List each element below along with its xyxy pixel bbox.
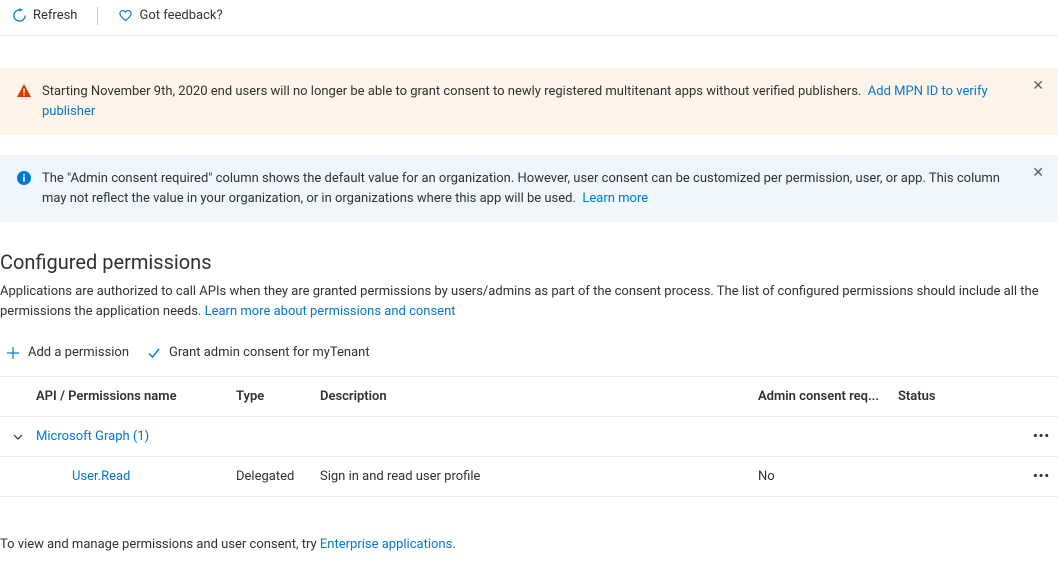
info-icon [16,170,32,186]
grant-consent-label: Grant admin consent for myTenant [169,345,370,360]
table-header-type: Type [236,389,320,404]
permission-more[interactable]: ••• [1018,469,1058,484]
add-permission-label: Add a permission [28,345,129,360]
api-group-more[interactable]: ••• [1018,429,1058,444]
alert-warning: Starting November 9th, 2020 end users wi… [0,68,1058,135]
table-header-row: API / Permissions name Type Description … [0,377,1058,417]
permission-name[interactable]: User.Read [36,469,236,484]
feedback-button[interactable]: Got feedback? [110,6,230,25]
enterprise-applications-link[interactable]: Enterprise applications [320,537,452,552]
footer-note: To view and manage permissions and user … [0,537,1058,552]
more-icon: ••• [1033,429,1050,444]
footer-text: To view and manage permissions and user … [0,537,320,552]
alert-info-dismiss[interactable]: ✕ [1028,161,1048,185]
alert-info-text: The "Admin consent required" column show… [42,169,1044,208]
feedback-label: Got feedback? [139,8,222,23]
permission-row: User.Read Delegated Sign in and read use… [0,457,1058,497]
refresh-button[interactable]: Refresh [4,6,85,25]
table-header-status: Status [898,389,1018,404]
chevron-down-icon [12,431,24,443]
alert-info-learn-more-link[interactable]: Learn more [582,191,648,206]
permissions-learn-more-link[interactable]: Learn more about permissions and consent [205,304,456,319]
toolbar-separator [97,7,98,25]
alert-warning-message: Starting November 9th, 2020 end users wi… [42,84,861,99]
api-group-name[interactable]: Microsoft Graph (1) [36,429,236,444]
plus-icon [6,346,20,360]
command-bar: Refresh Got feedback? [0,0,1058,36]
permissions-table: API / Permissions name Type Description … [0,376,1058,497]
alert-info: The "Admin consent required" column show… [0,155,1058,222]
refresh-icon [12,8,27,23]
api-group-chevron[interactable] [0,431,36,443]
section-description: Applications are authorized to call APIs… [0,282,1040,321]
table-header-name: API / Permissions name [36,389,236,404]
warning-icon [16,83,32,99]
permissions-action-row: Add a permission Grant admin consent for… [0,339,1058,376]
refresh-label: Refresh [33,8,77,23]
add-permission-button[interactable]: Add a permission [6,345,129,360]
permission-adminreq: No [758,469,898,484]
checkmark-icon [147,346,161,360]
table-header-adminreq: Admin consent req... [758,389,898,404]
heart-icon [118,8,133,23]
api-group-row[interactable]: Microsoft Graph (1) ••• [0,417,1058,457]
alert-warning-dismiss[interactable]: ✕ [1028,74,1048,98]
section-heading: Configured permissions [0,250,1058,274]
permission-description: Sign in and read user profile [320,469,758,484]
alert-info-message: The "Admin consent required" column show… [42,171,1000,206]
table-header-description: Description [320,389,758,404]
footer-suffix: . [452,537,455,552]
permission-type: Delegated [236,469,320,484]
more-icon: ••• [1033,469,1050,484]
grant-consent-button[interactable]: Grant admin consent for myTenant [147,345,370,360]
alert-warning-text: Starting November 9th, 2020 end users wi… [42,82,1044,121]
section-description-text: Applications are authorized to call APIs… [0,284,1039,319]
